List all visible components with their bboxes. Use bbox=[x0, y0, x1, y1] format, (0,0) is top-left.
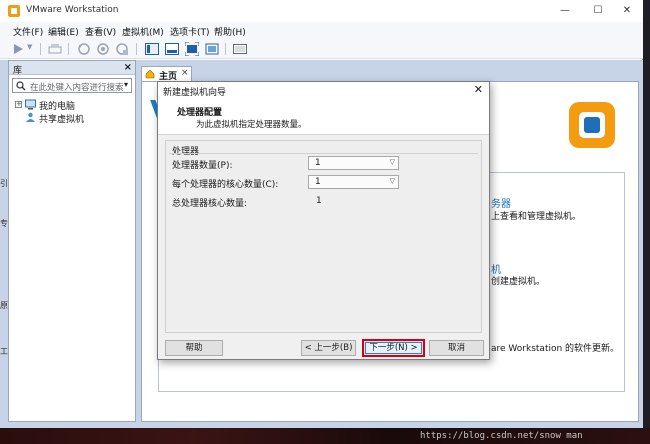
dialog-subheading: 为此虚拟机指定处理器数量。 bbox=[196, 120, 307, 130]
toolbar-separator bbox=[40, 43, 41, 55]
snapshot-revert-icon[interactable] bbox=[77, 42, 91, 56]
search-icon bbox=[16, 81, 26, 91]
help-button[interactable]: 帮助 bbox=[165, 340, 223, 356]
full-screen-icon[interactable] bbox=[185, 42, 199, 56]
toolbar-separator bbox=[68, 43, 69, 55]
chevron-down-icon: ▽ bbox=[389, 158, 395, 166]
watermark-text: https://blog.csdn.net/snow man bbox=[420, 431, 583, 441]
menu-vm[interactable]: 虚拟机(M) bbox=[122, 25, 164, 38]
expand-icon[interactable]: + bbox=[15, 101, 22, 108]
window-title: VMware Workstation bbox=[26, 5, 119, 15]
back-button[interactable]: < 上一步(B) bbox=[301, 340, 356, 356]
tab-home[interactable]: 主页 × bbox=[141, 66, 192, 82]
cores-per-processor-label: 每个处理器的核心数量(C): bbox=[172, 180, 279, 190]
dialog-title: 新建虚拟机向导 bbox=[163, 88, 227, 98]
power-on-icon[interactable] bbox=[11, 42, 25, 56]
new-vm-wizard-dialog: 新建虚拟机向导 ✕ 处理器配置 为此虚拟机指定处理器数量。 处理器 处理器数量(… bbox=[157, 81, 490, 360]
close-window-button[interactable]: ✕ bbox=[614, 2, 640, 20]
menu-bar: 文件(F) 编辑(E) 查看(V) 虚拟机(M) 选项卡(T) 帮助(H) bbox=[0, 22, 643, 39]
create-vm-desc: 创建虚拟机。 bbox=[491, 277, 546, 287]
next-button-label: 下一步(N) > bbox=[365, 342, 422, 354]
tree-item-label: 共享虚拟机 bbox=[39, 115, 85, 125]
processor-count-value: 1 bbox=[315, 158, 321, 168]
menu-file[interactable]: 文件(F) bbox=[13, 25, 43, 38]
cores-per-processor-select[interactable]: 1 ▽ bbox=[308, 175, 399, 189]
menu-view[interactable]: 查看(V) bbox=[85, 25, 116, 38]
processor-count-select[interactable]: 1 ▽ bbox=[308, 156, 399, 170]
tree-item-label: 我的电脑 bbox=[39, 102, 76, 112]
menu-edit[interactable]: 编辑(E) bbox=[48, 25, 79, 38]
dialog-title-bar: 新建虚拟机向导 ✕ bbox=[158, 82, 489, 99]
dialog-header: 处理器配置 为此虚拟机指定处理器数量。 bbox=[158, 99, 489, 135]
show-library-icon[interactable] bbox=[145, 42, 159, 56]
dialog-close-icon[interactable]: ✕ bbox=[474, 83, 483, 96]
snapshot-manager-icon[interactable] bbox=[115, 42, 129, 56]
library-header: 库 × bbox=[9, 61, 135, 76]
search-dropdown-icon[interactable]: ▾ bbox=[124, 80, 128, 89]
snapshot-take-icon[interactable] bbox=[96, 42, 110, 56]
cancel-button[interactable]: 取消 bbox=[429, 340, 484, 356]
minimize-button[interactable]: — bbox=[552, 2, 578, 20]
home-icon bbox=[145, 69, 155, 79]
edge-text-fragment: 原 bbox=[0, 301, 8, 310]
search-placeholder: 在此处键入内容进行搜索 bbox=[30, 83, 124, 93]
toolbar-separator bbox=[225, 43, 226, 55]
power-dropdown-arrow-icon[interactable]: ▼ bbox=[27, 43, 32, 51]
edge-text-fragment: 引 bbox=[0, 179, 8, 188]
processor-count-label: 处理器数量(P): bbox=[172, 161, 233, 171]
edge-text-fragment: 工 bbox=[0, 347, 8, 356]
software-update-desc: are Workstation 的软件更新。 bbox=[491, 344, 620, 354]
vmware-window: VMware Workstation — ☐ ✕ 文件(F) 编辑(E) 查看(… bbox=[0, 0, 643, 428]
tab-close-icon[interactable]: × bbox=[181, 68, 189, 78]
shared-vm-icon bbox=[26, 112, 35, 122]
dialog-heading: 处理器配置 bbox=[177, 108, 223, 118]
computer-icon bbox=[25, 99, 36, 110]
library-panel: 库 × 在此处键入内容进行搜索 ▾ + 我的电脑 共享虚拟机 bbox=[8, 60, 136, 422]
title-bar: VMware Workstation — ☐ ✕ bbox=[0, 0, 643, 22]
unity-icon[interactable] bbox=[205, 42, 219, 56]
thumbnail-bar-icon[interactable] bbox=[165, 42, 179, 56]
total-cores-label: 总处理器核心数量: bbox=[172, 199, 248, 209]
send-keys-icon[interactable] bbox=[48, 42, 62, 56]
menu-help[interactable]: 帮助(H) bbox=[214, 25, 246, 38]
maximize-button[interactable]: ☐ bbox=[585, 2, 611, 20]
console-view-icon[interactable] bbox=[233, 42, 247, 56]
library-search-input[interactable]: 在此处键入内容进行搜索 ▾ bbox=[12, 78, 132, 93]
vmware-logo-icon bbox=[569, 102, 615, 148]
desktop-edge-right bbox=[642, 0, 650, 444]
library-close-icon[interactable]: × bbox=[124, 62, 132, 73]
chevron-down-icon: ▽ bbox=[389, 177, 395, 185]
vmware-app-icon bbox=[8, 5, 20, 17]
connect-server-link[interactable]: 务器 bbox=[491, 195, 511, 210]
edge-text-fragment: 专 bbox=[0, 219, 8, 228]
total-cores-value: 1 bbox=[316, 196, 322, 206]
library-title: 库 bbox=[13, 66, 23, 76]
next-button[interactable]: 下一步(N) > bbox=[362, 339, 425, 357]
processor-settings: 处理器 处理器数量(P): 1 ▽ 每个处理器的核心数量(C): 1 ▽ 总处理… bbox=[165, 140, 482, 333]
menu-tabs[interactable]: 选项卡(T) bbox=[170, 25, 210, 38]
cores-per-processor-value: 1 bbox=[315, 177, 321, 187]
toolbar-separator bbox=[136, 43, 137, 55]
dialog-footer: 帮助 < 上一步(B) 下一步(N) > 取消 bbox=[158, 336, 489, 360]
connect-server-desc: 上查看和管理虚拟机。 bbox=[491, 212, 582, 222]
toolbar: ▼ bbox=[0, 39, 643, 59]
